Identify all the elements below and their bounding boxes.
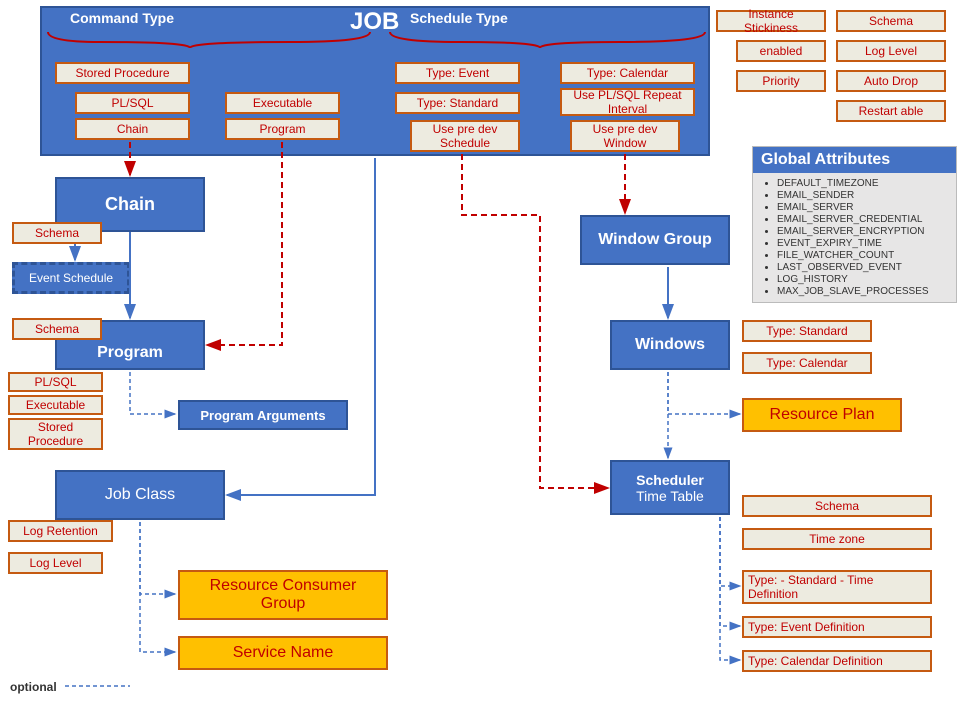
program-plsql: PL/SQL — [8, 372, 103, 392]
type-standard: Type: Standard — [395, 92, 520, 114]
chain: Chain — [75, 118, 190, 140]
stored-procedure: Stored Procedure — [55, 62, 190, 84]
use-pre-dev-schedule: Use pre dev Schedule — [410, 120, 520, 152]
log-level-jc: Log Level — [8, 552, 103, 574]
program-schema: Schema — [12, 318, 102, 340]
log-level: Log Level — [836, 40, 946, 62]
global-attr-item: LOG_HISTORY — [777, 274, 948, 285]
resource-consumer-group: Resource Consumer Group — [178, 570, 388, 620]
windows-type-calendar: Type: Calendar — [742, 352, 872, 374]
log-retention: Log Retention — [8, 520, 113, 542]
chain-schema: Schema — [12, 222, 102, 244]
restartable: Restart able — [836, 100, 946, 122]
type-event: Type: Event — [395, 62, 520, 84]
resource-plan: Resource Plan — [742, 398, 902, 432]
scheduler-title2: Time Table — [636, 488, 704, 504]
legend-optional-label: optional — [10, 680, 57, 694]
priority: Priority — [736, 70, 826, 92]
global-attr-item: FILE_WATCHER_COUNT — [777, 250, 948, 261]
windows-box: Windows — [610, 320, 730, 370]
global-attr-item: MAX_JOB_SLAVE_PROCESSES — [777, 286, 948, 297]
job-title: JOB — [350, 8, 399, 36]
global-attr-item: EMAIL_SERVER_ENCRYPTION — [777, 226, 948, 237]
event-schedule-box: Event Schedule — [12, 262, 130, 294]
global-attributes-box: Global Attributes DEFAULT_TIMEZONE EMAIL… — [752, 146, 957, 303]
type-calendar: Type: Calendar — [560, 62, 695, 84]
service-name: Service Name — [178, 636, 388, 670]
program: Program — [225, 118, 340, 140]
global-attr-item: EMAIL_SENDER — [777, 190, 948, 201]
scheduler-title1: Scheduler — [636, 472, 704, 488]
command-type-label: Command Type — [70, 10, 174, 26]
auto-drop: Auto Drop — [836, 70, 946, 92]
job-class-box: Job Class — [55, 470, 225, 520]
window-group-box: Window Group — [580, 215, 730, 265]
enabled: enabled — [736, 40, 826, 62]
scheduler-timezone: Time zone — [742, 528, 932, 550]
scheduler-schema: Schema — [742, 495, 932, 517]
global-attr-item: LAST_OBSERVED_EVENT — [777, 262, 948, 273]
windows-type-standard: Type: Standard — [742, 320, 872, 342]
global-attr-item: EMAIL_SERVER — [777, 202, 948, 213]
schedule-type-label: Schedule Type — [410, 10, 508, 26]
global-attr-item: DEFAULT_TIMEZONE — [777, 178, 948, 189]
global-attr-item: EMAIL_SERVER_CREDENTIAL — [777, 214, 948, 225]
program-executable: Executable — [8, 395, 103, 415]
scheduler-type-calendar: Type: Calendar Definition — [742, 650, 932, 672]
global-attributes-list: DEFAULT_TIMEZONE EMAIL_SENDER EMAIL_SERV… — [753, 173, 956, 302]
scheduler-box: Scheduler Time Table — [610, 460, 730, 515]
global-attributes-title: Global Attributes — [753, 147, 956, 173]
instance-stickiness: Instance Stickiness — [716, 10, 826, 32]
scheduler-type-event: Type: Event Definition — [742, 616, 932, 638]
plsql: PL/SQL — [75, 92, 190, 114]
scheduler-type-std-time: Type: - Standard - Time Definition — [742, 570, 932, 604]
executable: Executable — [225, 92, 340, 114]
use-plsql-repeat: Use PL/SQL Repeat Interval — [560, 88, 695, 116]
global-attr-item: EVENT_EXPIRY_TIME — [777, 238, 948, 249]
schema: Schema — [836, 10, 946, 32]
program-stored-procedure: Stored Procedure — [8, 418, 103, 450]
program-arguments-box: Program Arguments — [178, 400, 348, 430]
use-pre-dev-window: Use pre dev Window — [570, 120, 680, 152]
